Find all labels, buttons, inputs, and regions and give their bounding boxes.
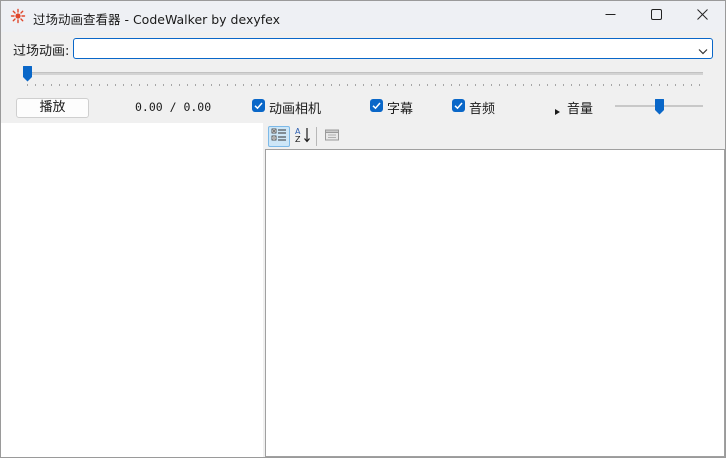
cutscene-viewer-window: 过场动画查看器 - CodeWalker by dexyfex 过场动画: 播放… xyxy=(0,0,726,458)
play-button[interactable]: 播放 xyxy=(16,98,89,118)
alphabetical-sort-icon: A Z xyxy=(294,126,312,148)
property-pages-button[interactable] xyxy=(321,126,343,147)
timeline-track[interactable] xyxy=(27,72,703,75)
chevron-down-icon xyxy=(698,44,708,59)
audio-checkbox-label[interactable]: 音频 xyxy=(469,98,495,117)
close-button[interactable] xyxy=(679,1,725,32)
svg-text:Z: Z xyxy=(295,135,301,144)
maximize-button[interactable] xyxy=(633,1,679,32)
close-icon xyxy=(696,9,708,24)
title-bar[interactable]: 过场动画查看器 - CodeWalker by dexyfex xyxy=(1,1,725,32)
cutscene-tree-panel[interactable] xyxy=(1,123,263,457)
camera-checkbox-label[interactable]: 动画相机 xyxy=(269,98,321,117)
property-pages-icon xyxy=(324,127,340,147)
subtitles-checkbox[interactable] xyxy=(370,99,383,112)
audio-checkbox[interactable] xyxy=(452,99,465,112)
categorized-icon xyxy=(271,127,287,147)
minimize-button[interactable] xyxy=(587,1,633,32)
cutscene-select[interactable] xyxy=(73,38,713,59)
timeline-slider-thumb[interactable] xyxy=(22,65,33,82)
minimize-icon xyxy=(605,9,616,24)
small-play-arrow-icon xyxy=(555,104,560,119)
property-grid[interactable] xyxy=(265,149,725,457)
categorized-button[interactable] xyxy=(268,126,290,147)
alphabetical-button[interactable]: A Z xyxy=(292,126,314,147)
maximize-icon xyxy=(650,9,662,24)
window-title: 过场动画查看器 - CodeWalker by dexyfex xyxy=(33,12,281,27)
volume-label: 音量 xyxy=(567,102,594,117)
time-readout: 0.00 / 0.00 xyxy=(135,100,212,114)
property-grid-toolbar: A Z xyxy=(265,123,725,149)
toolbar-separator xyxy=(316,127,317,146)
subtitles-checkbox-label[interactable]: 字幕 xyxy=(387,98,413,117)
camera-checkbox[interactable] xyxy=(252,99,265,112)
cutscene-label: 过场动画: xyxy=(13,44,70,59)
timeline-ticks xyxy=(27,84,705,86)
volume-slider-thumb[interactable] xyxy=(654,98,665,115)
codewalker-sun-icon xyxy=(10,8,26,24)
